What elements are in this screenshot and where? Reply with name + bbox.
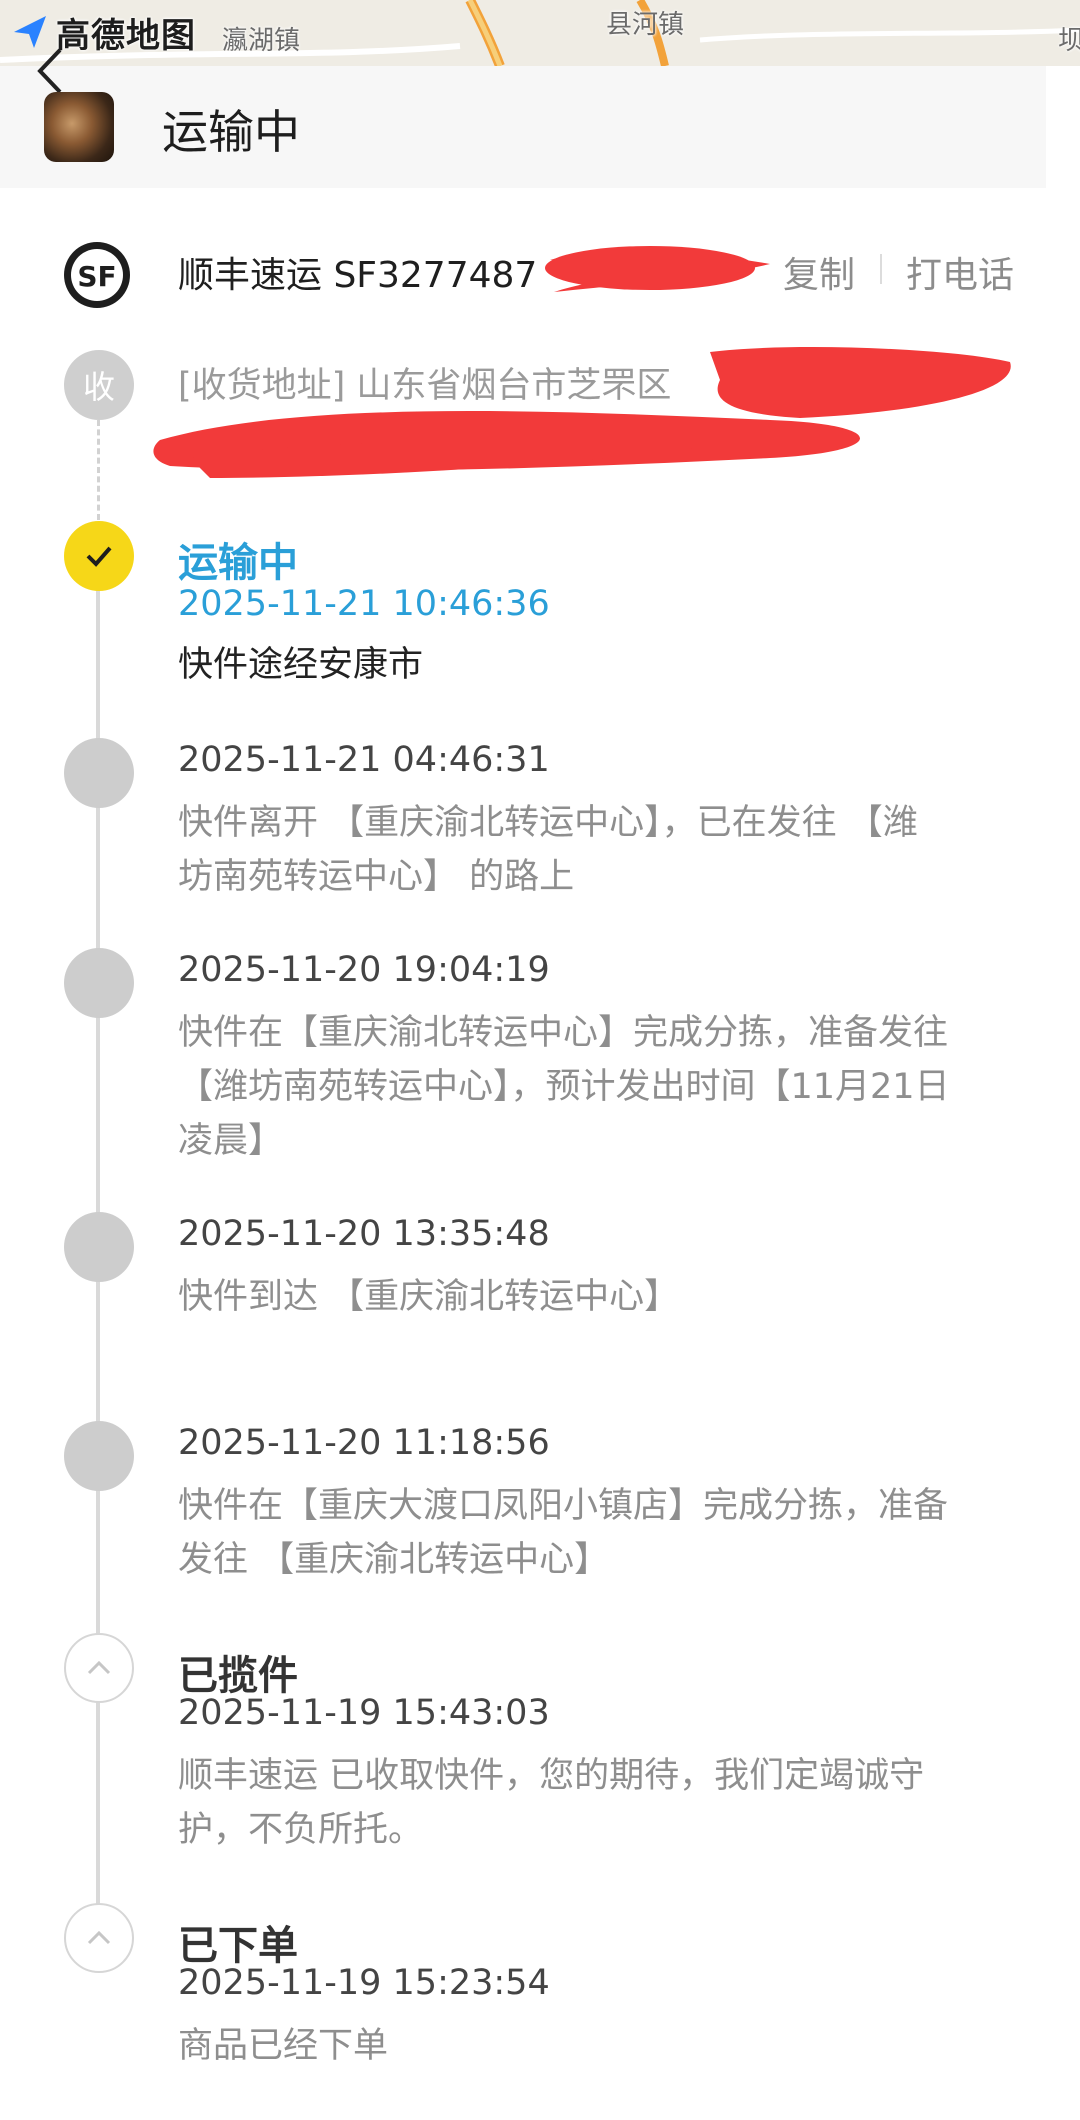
event-time: 2025-11-21 04:46:31 [178, 740, 550, 780]
address-connector [97, 420, 100, 520]
event-description: 快件到达 【重庆渝北转运中心】 [178, 1270, 1018, 1324]
event-description: 快件在【重庆渝北转运中心】完成分拣，准备发往 【潍坊南苑转运中心】，预计发出时间… [178, 1006, 1018, 1168]
event-time: 2025-11-19 15:23:54 [178, 1963, 550, 2003]
divider [880, 254, 882, 284]
product-thumbnail[interactable] [44, 92, 114, 162]
timeline-node-expand[interactable] [64, 1903, 134, 1973]
event-description-line: 快件在【重庆渝北转运中心】完成分拣，准备发往 [178, 1013, 949, 1053]
event-description-line: 【潍坊南苑转运中心】，预计发出时间【11月21日 [178, 1067, 950, 1107]
event-time: 2025-11-20 11:18:56 [178, 1423, 550, 1463]
back-chevron-icon[interactable] [32, 46, 68, 96]
event-description-line: 护，不负所托。 [178, 1810, 424, 1850]
map-place-label: 瀛湖镇 [222, 26, 301, 56]
event-time: 2025-11-20 19:04:19 [178, 950, 550, 990]
redaction-mark [153, 347, 1011, 478]
timeline-node-active [64, 521, 134, 591]
package-status-title: 运输中 [162, 105, 300, 159]
redaction-mark [545, 246, 770, 292]
event-description-line: 坊南苑转运中心】 的路上 [178, 857, 575, 897]
event-description: 商品已经下单 [178, 2019, 1018, 2073]
event-title: 运输中 [178, 540, 298, 586]
event-description: 快件途经安康市 [178, 638, 1018, 692]
event-description-line: 快件到达 【重庆渝北转运中心】 [178, 1277, 680, 1317]
event-description-line: 发往 【重庆渝北转运中心】 [178, 1540, 610, 1580]
map-strip[interactable]: 高德地图 瀛湖镇 县河镇 坝 [0, 0, 1080, 66]
amap-logo-text: 高德地图 [56, 15, 196, 56]
chevron-up-icon [87, 1930, 111, 1945]
map-place-label: 县河镇 [606, 10, 685, 40]
timeline-node [64, 1421, 134, 1491]
map-place-label: 坝 [1058, 26, 1080, 56]
timeline-node [64, 948, 134, 1018]
tracking-number: 顺丰速运 SF3277487 [178, 255, 538, 296]
call-button[interactable]: 打电话 [906, 246, 1014, 298]
timeline-node-expand[interactable] [64, 1633, 134, 1703]
event-description-line: 商品已经下单 [178, 2026, 389, 2066]
event-time: 2025-11-19 15:43:03 [178, 1693, 550, 1733]
sf-express-logo-icon: SF [64, 242, 130, 308]
checkmark-icon [86, 546, 112, 567]
event-description-line: 凌晨】 [178, 1121, 284, 1161]
event-description: 顺丰速运 已收取快件，您的期待，我们定竭诚守 护，不负所托。 [178, 1749, 1018, 1857]
timeline-node [64, 1212, 134, 1282]
event-description-line: 快件途经安康市 [178, 645, 424, 685]
timeline-node [64, 738, 134, 808]
svg-text:SF: SF [77, 260, 116, 293]
chevron-up-icon [87, 1660, 111, 1675]
event-description-line: 顺丰速运 已收取快件，您的期待，我们定竭诚守 [178, 1756, 925, 1796]
copy-button[interactable]: 复制 [783, 246, 855, 298]
event-description: 快件在【重庆大渡口凤阳小镇店】完成分拣，准备 发往 【重庆渝北转运中心】 [178, 1479, 1018, 1587]
event-time: 2025-11-21 10:46:36 [178, 584, 550, 624]
event-description: 快件离开 【重庆渝北转运中心】，已在发往 【潍 坊南苑转运中心】 的路上 [178, 796, 1018, 904]
event-description-line: 快件在【重庆大渡口凤阳小镇店】完成分拣，准备 [178, 1486, 949, 1526]
event-description-line: 快件离开 【重庆渝北转运中心】，已在发往 【潍 [178, 803, 918, 843]
package-header: 运输中 [0, 48, 1046, 188]
receive-badge: 收 [64, 350, 134, 420]
event-time: 2025-11-20 13:35:48 [178, 1214, 550, 1254]
